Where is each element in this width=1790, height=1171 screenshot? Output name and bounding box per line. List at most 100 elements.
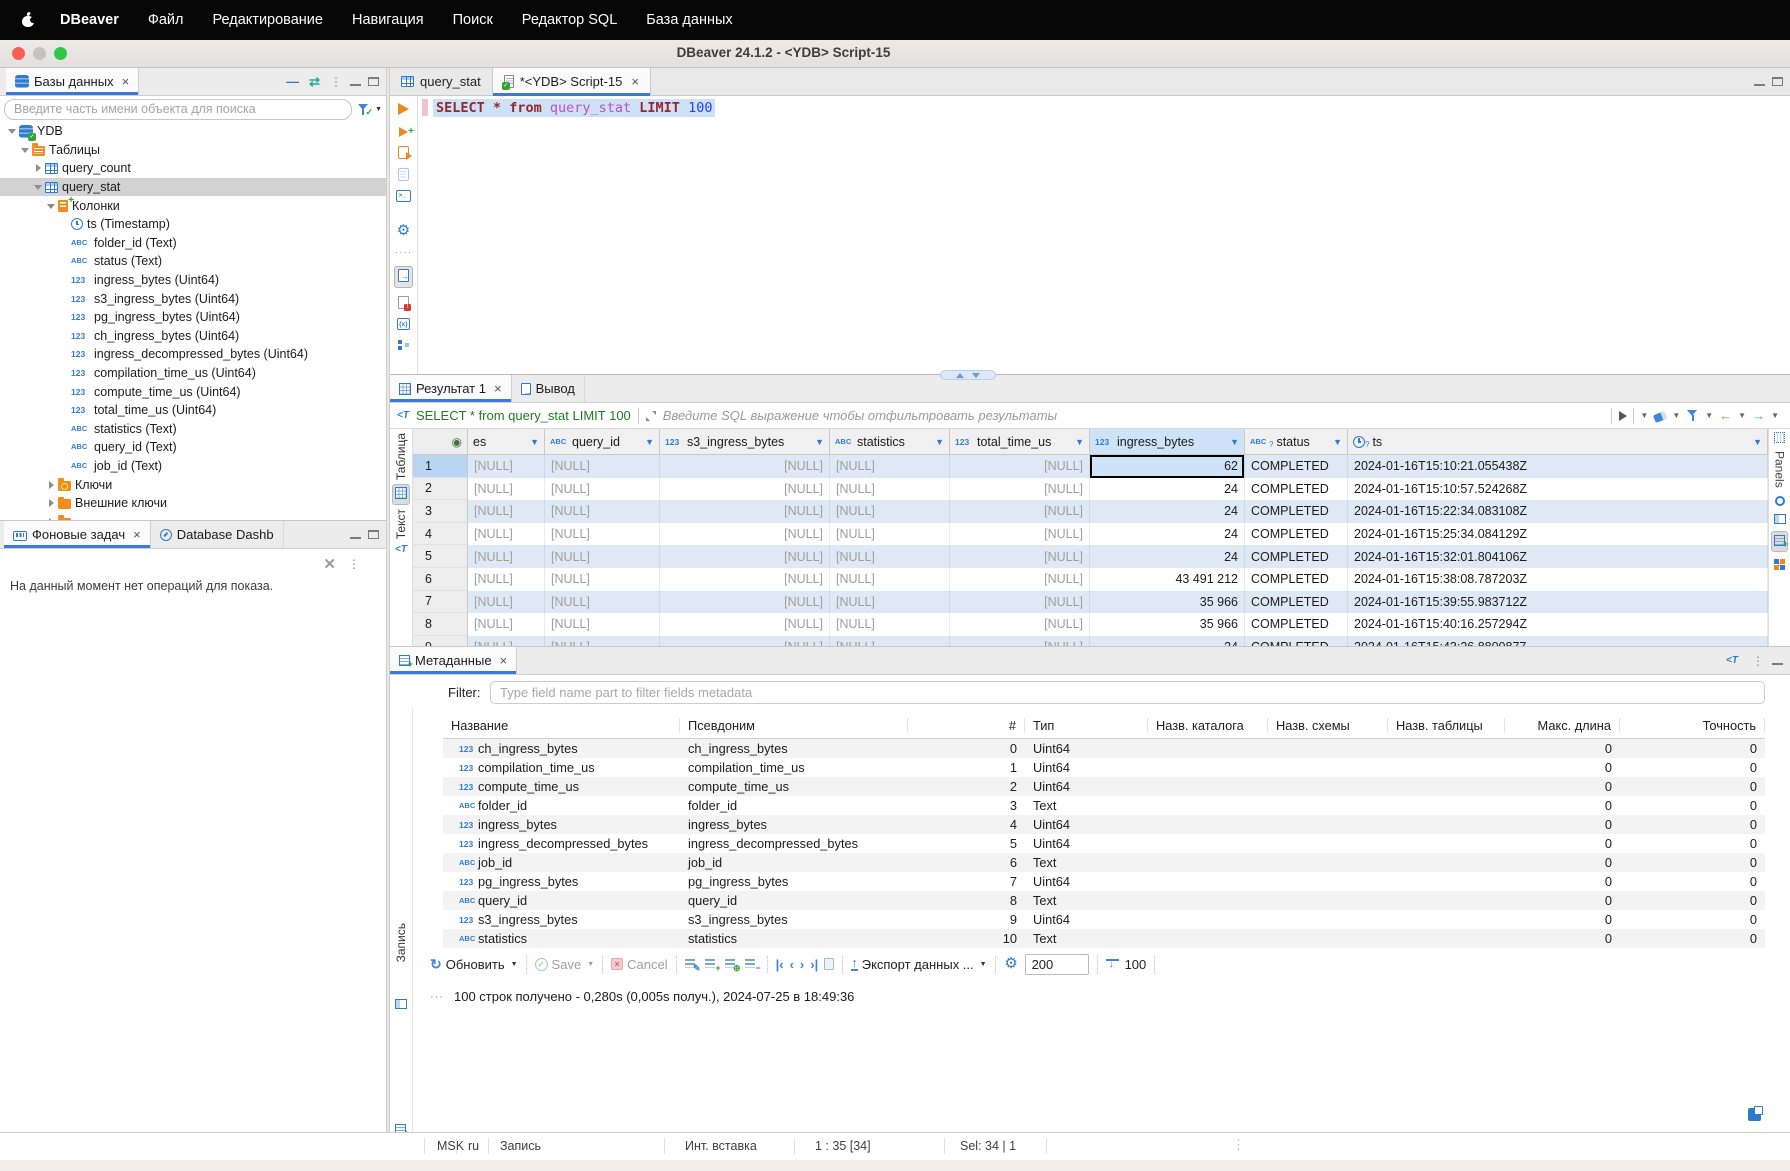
meta-row[interactable]: 123compilation_time_uscompilation_time_u… bbox=[443, 758, 1765, 777]
tree-item[interactable]: query_stat bbox=[0, 178, 386, 197]
tree-item[interactable]: ABCstatus (Text) bbox=[0, 252, 386, 271]
execute-statement-icon[interactable] bbox=[398, 103, 409, 115]
add-row-icon[interactable]: + bbox=[705, 958, 719, 970]
cell-ts[interactable]: 2024-01-16T15:22:34.083108Z bbox=[1348, 500, 1768, 523]
tab-sql-script[interactable]: ✓ *<YDB> Script-15 × bbox=[492, 68, 651, 96]
gear-icon[interactable]: ⚙ bbox=[1004, 957, 1019, 971]
tree-chevron-icon[interactable] bbox=[45, 497, 58, 509]
cell-query_id[interactable]: [NULL] bbox=[545, 523, 660, 546]
cell-status[interactable]: COMPLETED bbox=[1245, 613, 1348, 636]
tree-item[interactable]: 123s3_ingress_bytes (Uint64) bbox=[0, 289, 386, 308]
menu-item-5[interactable]: Поиск bbox=[453, 12, 493, 28]
minimize-panel-icon[interactable] bbox=[1772, 662, 1783, 665]
cell-status[interactable]: COMPLETED bbox=[1245, 568, 1348, 591]
cell-status[interactable]: COMPLETED bbox=[1245, 478, 1348, 501]
meta-column-header-2[interactable]: Псевдоним bbox=[680, 718, 908, 733]
copy-cell-icon[interactable] bbox=[824, 958, 834, 970]
sort-dropdown-icon[interactable]: ▼ bbox=[642, 437, 654, 447]
cell-status[interactable]: COMPLETED bbox=[1245, 523, 1348, 546]
table-row[interactable]: 4[NULL][NULL][NULL][NULL][NULL]24COMPLET… bbox=[413, 523, 1768, 546]
tree-item[interactable]: query_count bbox=[0, 159, 386, 178]
grid-panel-icon[interactable] bbox=[1774, 514, 1786, 524]
cell-query_id[interactable]: [NULL] bbox=[545, 455, 660, 478]
tree-item[interactable]: 123compute_time_us (Uint64) bbox=[0, 382, 386, 401]
tree-chevron-icon[interactable] bbox=[19, 144, 32, 156]
sql-expression-icon[interactable]: <T bbox=[1726, 655, 1738, 666]
tree-item[interactable]: 123pg_ingress_bytes (Uint64) bbox=[0, 308, 386, 327]
menu-item-2[interactable]: Файл bbox=[148, 12, 184, 28]
tab-output[interactable]: Вывод bbox=[512, 375, 585, 402]
cell-query_id[interactable]: [NULL] bbox=[545, 591, 660, 614]
page-size-input[interactable] bbox=[1025, 954, 1089, 975]
menu-item-1[interactable]: DBeaver bbox=[60, 12, 119, 28]
column-header-ts[interactable]: ?ts▼ bbox=[1348, 429, 1768, 454]
table-row[interactable]: 9[NULL][NULL][NULL][NULL][NULL]24COMPLET… bbox=[413, 636, 1768, 646]
object-search-input[interactable] bbox=[4, 99, 352, 120]
sort-dropdown-icon[interactable]: ▼ bbox=[812, 437, 824, 447]
cell-ts[interactable]: 2024-01-16T15:43:26.8800877 bbox=[1348, 636, 1768, 646]
cancel-button[interactable]: × Cancel bbox=[611, 957, 667, 972]
meta-row[interactable]: 123ingress_bytesingress_bytes4Uint6400 bbox=[443, 815, 1765, 834]
cell-statistics[interactable]: [NULL] bbox=[830, 523, 950, 546]
sort-dropdown-icon[interactable]: ▼ bbox=[1227, 437, 1239, 447]
dropdown-icon[interactable]: ▼ bbox=[1705, 411, 1713, 420]
tree-chevron-icon[interactable] bbox=[6, 125, 19, 137]
meta-row[interactable]: ABCfolder_idfolder_id3Text00 bbox=[443, 796, 1765, 815]
cell-status[interactable]: COMPLETED bbox=[1245, 455, 1348, 478]
cell-statistics[interactable]: [NULL] bbox=[830, 478, 950, 501]
cell-ingress_bytes[interactable]: 24 bbox=[1090, 636, 1245, 646]
tab-databases[interactable]: Базы данных × bbox=[6, 68, 139, 95]
cancel-operation-icon[interactable]: ✕ bbox=[323, 555, 336, 573]
cell-query_id[interactable]: [NULL] bbox=[545, 568, 660, 591]
variables-icon[interactable] bbox=[397, 318, 410, 330]
cell-s3_ingress_bytes[interactable]: [NULL] bbox=[660, 545, 830, 568]
record-mode-label[interactable]: Запись bbox=[394, 923, 408, 962]
tree-item[interactable]: 123total_time_us (Uint64) bbox=[0, 401, 386, 420]
cell-status[interactable]: COMPLETED bbox=[1245, 545, 1348, 568]
minimize-panel-icon[interactable] bbox=[350, 536, 361, 539]
cell-ts[interactable]: 2024-01-16T15:10:21.055438Z bbox=[1348, 455, 1768, 478]
cell-s3_ingress_bytes[interactable]: [NULL] bbox=[660, 455, 830, 478]
cell-query_id[interactable]: [NULL] bbox=[545, 478, 660, 501]
sort-dropdown-icon[interactable]: ▼ bbox=[1072, 437, 1084, 447]
cell-ingress_bytes[interactable]: 24 bbox=[1090, 545, 1245, 568]
cell-statistics[interactable]: [NULL] bbox=[830, 455, 950, 478]
cell-status[interactable]: COMPLETED bbox=[1245, 636, 1348, 646]
cell-s3_ingress_bytes[interactable]: [NULL] bbox=[660, 478, 830, 501]
meta-row[interactable]: ABCquery_idquery_id8Text00 bbox=[443, 891, 1765, 910]
column-header-s3_ingress_bytes[interactable]: 123s3_ingress_bytes▼ bbox=[660, 429, 830, 454]
tab-query-stat[interactable]: query_stat bbox=[390, 68, 492, 96]
tree-item[interactable]: ABCquery_id (Text) bbox=[0, 438, 386, 457]
cell-ingress_bytes[interactable]: 62 bbox=[1090, 455, 1245, 478]
cell-es[interactable]: [NULL] bbox=[468, 455, 545, 478]
cell-es[interactable]: [NULL] bbox=[468, 478, 545, 501]
cell-ingress_bytes[interactable]: 24 bbox=[1090, 523, 1245, 546]
minimize-panel-icon[interactable] bbox=[350, 83, 361, 86]
row-number[interactable]: 7 bbox=[413, 591, 468, 614]
view-menu-icon[interactable]: ⋮ bbox=[1752, 654, 1764, 668]
cell-total_time_us[interactable]: [NULL] bbox=[950, 545, 1090, 568]
execute-script-icon[interactable] bbox=[398, 146, 409, 159]
cell-ingress_bytes[interactable]: 43 491 212 bbox=[1090, 568, 1245, 591]
tab-result-1[interactable]: Результат 1 × bbox=[390, 375, 512, 402]
table-row[interactable]: 2[NULL][NULL][NULL][NULL][NULL]24COMPLET… bbox=[413, 478, 1768, 501]
tree-item[interactable]: ABCjob_id (Text) bbox=[0, 457, 386, 476]
row-number[interactable]: 5 bbox=[413, 545, 468, 568]
grid-corner-cell[interactable]: ◉ bbox=[413, 429, 468, 454]
row-number[interactable]: 8 bbox=[413, 613, 468, 636]
grid-presentation-label[interactable]: Таблица bbox=[394, 433, 408, 480]
cell-statistics[interactable]: [NULL] bbox=[830, 636, 950, 646]
row-number[interactable]: 4 bbox=[413, 523, 468, 546]
restore-panel-icon[interactable] bbox=[1748, 1108, 1761, 1121]
cell-statistics[interactable]: [NULL] bbox=[830, 591, 950, 614]
sort-dropdown-icon[interactable]: ▼ bbox=[932, 437, 944, 447]
cell-total_time_us[interactable]: [NULL] bbox=[950, 478, 1090, 501]
save-button[interactable]: ✓ Save ▼ bbox=[535, 957, 595, 972]
refresh-button[interactable]: ↻ Обновить ▼ bbox=[430, 956, 518, 973]
filter-dropdown-icon[interactable]: ▼ bbox=[375, 106, 382, 113]
row-number[interactable]: 2 bbox=[413, 478, 468, 501]
last-row-icon[interactable]: ›| bbox=[810, 957, 818, 972]
sql-editor-body[interactable]: SELECT * from query_stat LIMIT 100 bbox=[419, 96, 1790, 374]
view-menu-icon[interactable]: ⋮ bbox=[348, 557, 360, 571]
row-number[interactable]: 1 bbox=[413, 455, 468, 478]
